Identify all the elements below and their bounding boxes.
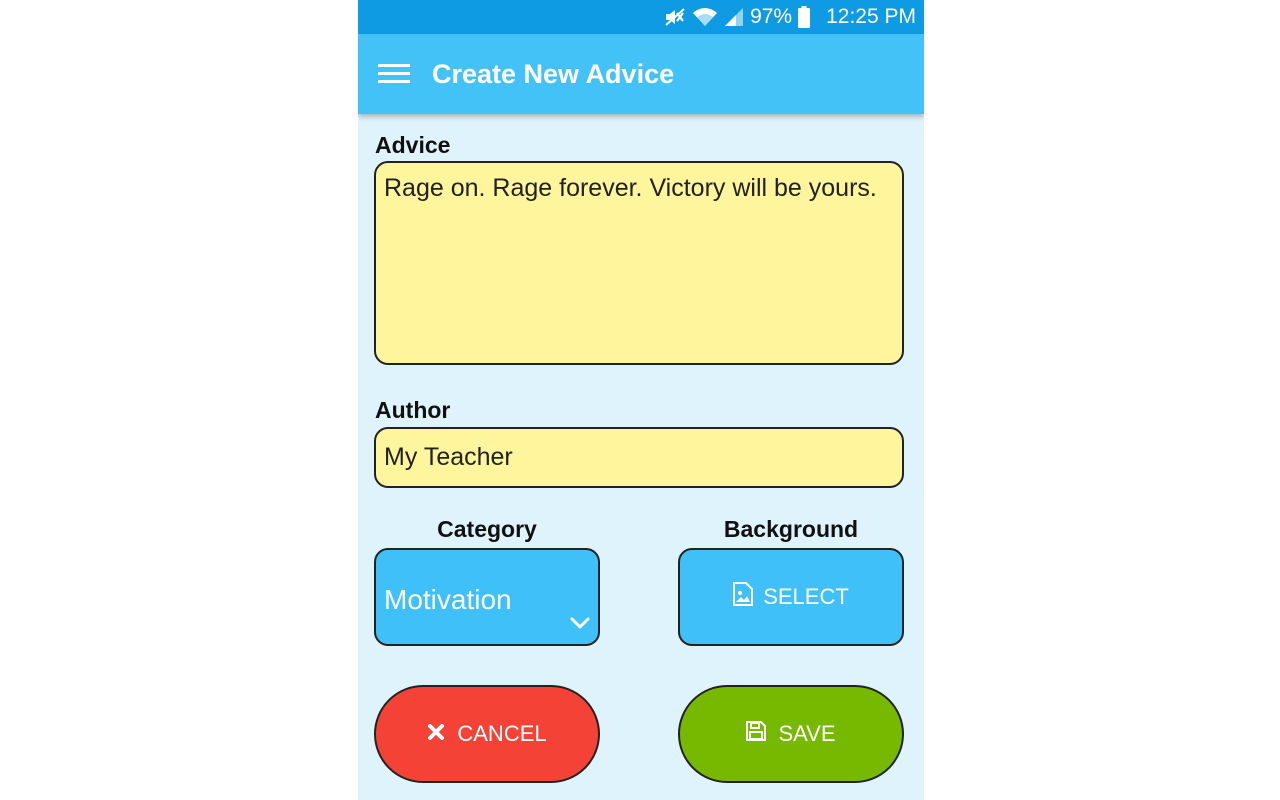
select-button-label: SELECT [763, 584, 849, 609]
page-title: Create New Advice [432, 58, 675, 89]
save-button[interactable]: SAVE [678, 685, 904, 783]
advice-label: Advice [375, 132, 451, 158]
author-input[interactable] [374, 427, 904, 488]
cancel-button[interactable]: CANCEL [374, 685, 600, 783]
mute-icon [664, 7, 686, 27]
battery-percent: 97% [750, 5, 793, 28]
cancel-button-label: CANCEL [457, 721, 547, 746]
author-label: Author [375, 397, 451, 423]
save-button-label: SAVE [778, 721, 836, 746]
phone-screen: 97% 12:25 PM Create New Advice Advice Ra… [358, 0, 924, 800]
status-bar: 97% 12:25 PM [358, 0, 924, 34]
category-value: Motivation [384, 584, 512, 615]
image-file-icon [733, 582, 754, 612]
clock: 12:25 PM [826, 5, 916, 28]
chevron-down-icon [570, 616, 590, 634]
app-bar: Create New Advice [358, 34, 924, 114]
select-background-button[interactable]: SELECT [678, 548, 904, 646]
category-label: Category [437, 516, 537, 542]
signal-icon [724, 7, 744, 27]
background-label: Background [723, 516, 859, 542]
advice-textarea[interactable]: Rage on. Rage forever. Victory will be y… [374, 161, 904, 365]
hamburger-menu-icon[interactable] [364, 44, 424, 104]
category-dropdown[interactable]: Motivation [374, 548, 600, 646]
wifi-icon [692, 7, 718, 27]
floppy-disk-icon [746, 721, 767, 747]
close-icon [427, 721, 445, 747]
battery-icon [798, 6, 811, 28]
